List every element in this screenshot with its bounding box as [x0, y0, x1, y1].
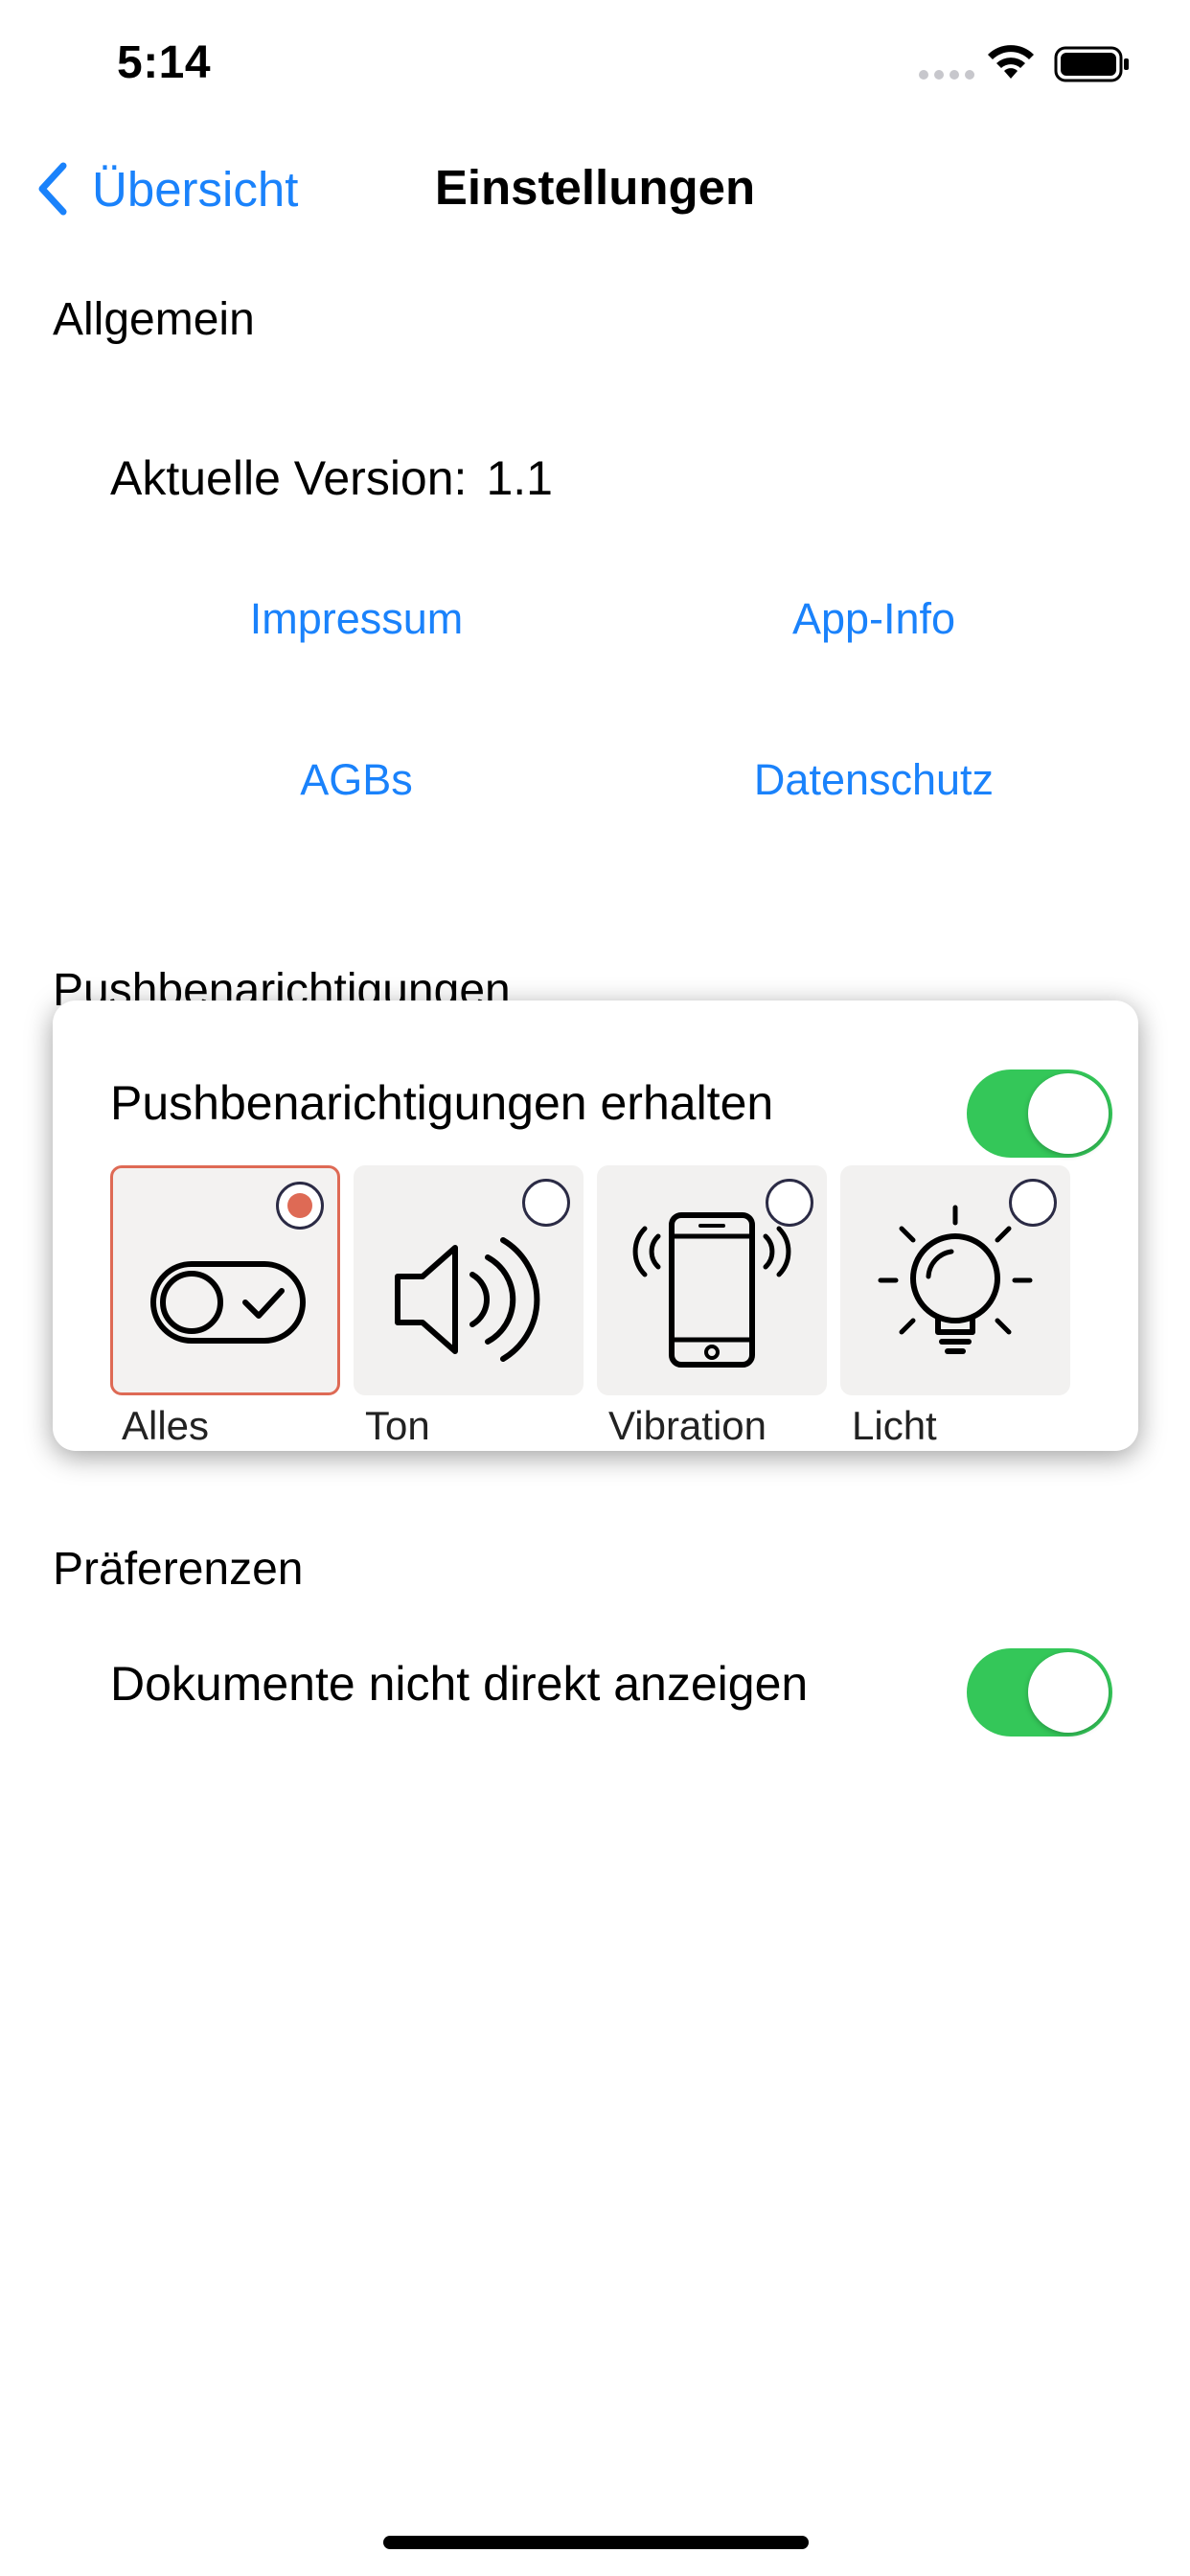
- privacy-link[interactable]: Datenschutz: [682, 755, 1065, 805]
- wifi-icon: [988, 45, 1034, 79]
- section-heading-general: Allgemein: [53, 294, 255, 345]
- toggle-knob: [1028, 1652, 1109, 1733]
- radio-selected: [276, 1182, 324, 1230]
- battery-icon: [1054, 46, 1129, 82]
- settings-screen: 5:14 Übersicht Einstellungen Allgemein A…: [0, 0, 1190, 2576]
- push-receive-label: Pushbenarichtigungen erhalten: [110, 1076, 774, 1130]
- app-info-link[interactable]: App-Info: [682, 594, 1065, 644]
- radio-unselected: [1009, 1179, 1057, 1227]
- signal-dots-icon: [919, 70, 974, 80]
- version-label: Aktuelle Version:: [110, 451, 468, 505]
- page-title: Einstellungen: [434, 160, 756, 215]
- push-option-light[interactable]: [840, 1165, 1070, 1395]
- terms-link[interactable]: AGBs: [165, 755, 548, 805]
- toggle-knob: [1028, 1073, 1109, 1154]
- radio-dot: [287, 1193, 312, 1218]
- push-option-all[interactable]: [110, 1165, 340, 1395]
- radio-unselected: [522, 1179, 570, 1227]
- imprint-link[interactable]: Impressum: [165, 594, 548, 644]
- push-settings-card: Pushbenarichtigungen erhalten Alles Ton …: [53, 1000, 1138, 1451]
- push-option-label-light: Licht: [852, 1403, 937, 1448]
- radio-unselected: [766, 1179, 813, 1227]
- home-indicator: [383, 2536, 809, 2549]
- documents-direct-toggle[interactable]: [967, 1648, 1112, 1736]
- version-value: 1.1: [486, 451, 553, 505]
- push-option-label-vibration: Vibration: [608, 1403, 767, 1448]
- section-heading-preferences: Präferenzen: [53, 1544, 304, 1595]
- push-option-label-sound: Ton: [365, 1403, 430, 1448]
- push-receive-toggle[interactable]: [967, 1070, 1112, 1158]
- push-option-sound[interactable]: [354, 1165, 584, 1395]
- documents-direct-label: Dokumente nicht direkt anzeigen: [110, 1657, 809, 1711]
- push-option-label-all: Alles: [122, 1403, 210, 1448]
- version-row: Aktuelle Version: 1.1: [110, 450, 553, 506]
- status-time: 5:14: [117, 37, 212, 88]
- push-option-vibration[interactable]: [597, 1165, 827, 1395]
